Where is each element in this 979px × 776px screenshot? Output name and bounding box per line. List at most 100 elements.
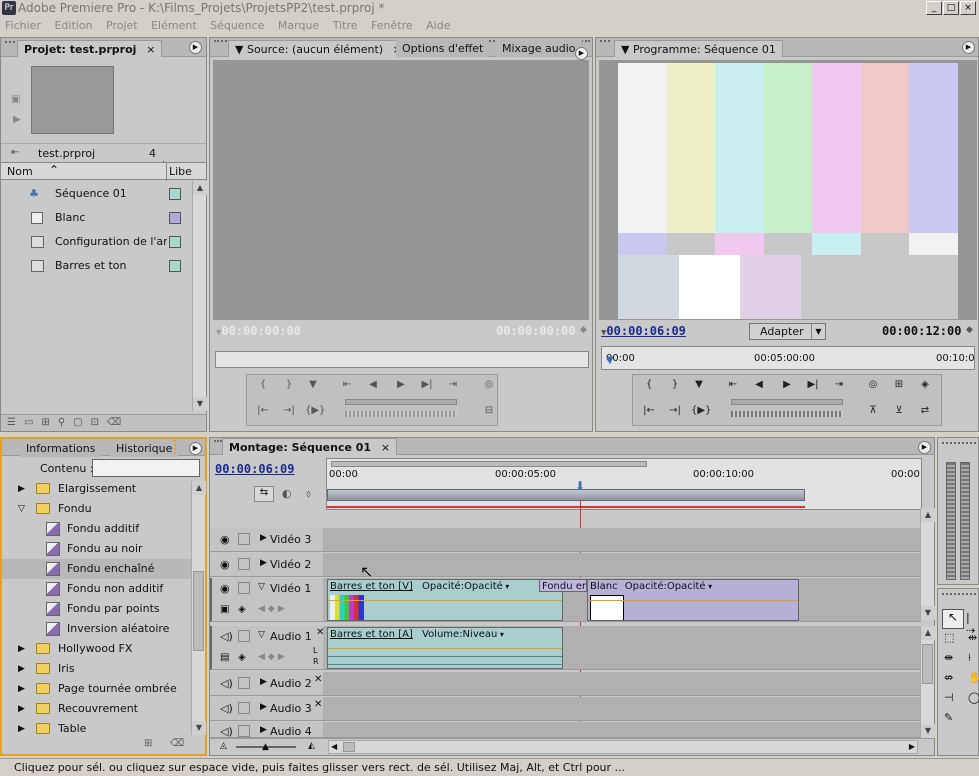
scroll-up-icon[interactable]: ▲ [921, 508, 935, 522]
tab-effets[interactable] [174, 440, 186, 454]
label-swatch[interactable] [169, 236, 181, 248]
delete-icon[interactable]: ⌫ [170, 738, 184, 749]
play-thumbnail-icon[interactable]: ▶ [13, 114, 21, 125]
horizontal-scrollbar[interactable]: ◀ ▶ [328, 740, 918, 754]
expand-track-icon[interactable]: ▶ [260, 725, 267, 735]
speaker-icon[interactable]: ◁) [220, 630, 233, 643]
scroll-thumb[interactable] [343, 742, 355, 752]
effects-folder[interactable]: ▶ Iris [2, 659, 191, 679]
zoom-thumb-icon[interactable]: ▲ [262, 742, 269, 752]
marker-icon[interactable]: ▼ [305, 379, 321, 393]
project-item[interactable]: Blanc [1, 208, 191, 228]
loop-icon[interactable]: ◎ [481, 379, 497, 393]
loop-icon[interactable]: ◎ [865, 379, 881, 393]
scroll-down-icon[interactable]: ▼ [193, 397, 207, 411]
play-icon[interactable]: ▶ [393, 379, 409, 393]
menu-fichier[interactable]: Fichier [0, 17, 46, 34]
shuttle-slider[interactable] [731, 399, 843, 405]
expand-track-icon[interactable]: ▶ [260, 702, 267, 712]
pen-tool-icon[interactable]: ⊣ [944, 691, 954, 704]
expand-folder-icon[interactable]: ▶ [18, 479, 25, 499]
effects-folder[interactable]: ▶ Elargissement [2, 479, 191, 499]
go-to-out-icon[interactable]: ⇥ [831, 379, 847, 393]
fit-dropdown[interactable]: Adapter ▼ [749, 323, 826, 340]
lift-icon[interactable]: ⊼ [865, 405, 881, 419]
effect-item[interactable]: Fondu non additif [2, 579, 191, 599]
marker-icon[interactable]: ▼ [691, 379, 707, 393]
eye-icon[interactable]: ◉ [220, 558, 230, 571]
speaker-icon[interactable]: ◁) [220, 725, 233, 737]
rolling-edit-tool-icon[interactable]: ⇹ [968, 631, 977, 644]
icon-view-icon[interactable]: ▭ [24, 417, 41, 428]
zoom-tool-icon[interactable]: ◯ [968, 691, 979, 704]
set-marker-icon[interactable]: ◐ [282, 487, 292, 500]
minimize-button[interactable]: _ [926, 1, 942, 15]
track-lane-audio3[interactable] [323, 697, 921, 721]
scroll-thumb[interactable] [193, 571, 204, 651]
step-back-icon[interactable]: ◀ [365, 379, 381, 393]
menu-titre[interactable]: Titre [328, 17, 363, 34]
go-prev-marker-icon[interactable]: |← [641, 405, 657, 419]
column-name[interactable]: Nom [7, 165, 33, 178]
mark-out-icon[interactable]: } [281, 379, 297, 393]
scroll-right-icon[interactable]: ▶ [909, 742, 915, 751]
timecode-toggle-icon[interactable]: ◆ [580, 325, 587, 335]
slip-tool-icon[interactable]: ⇎ [944, 671, 953, 684]
menu-aide[interactable]: Aide [421, 17, 455, 34]
tab-project[interactable]: Projet: test.prproj × [17, 40, 163, 57]
step-forward-icon[interactable]: ▶| [419, 379, 435, 393]
lock-toggle[interactable] [238, 582, 250, 594]
menu-sequence[interactable]: Séquence [205, 17, 269, 34]
play-in-out-icon[interactable]: {▶} [691, 405, 711, 419]
zoom-bar[interactable] [331, 461, 647, 467]
play-icon[interactable]: ▶ [779, 379, 795, 393]
work-area-bar[interactable] [327, 489, 805, 501]
keyframe-icon[interactable]: ◈ [238, 604, 246, 615]
tab-historique[interactable]: Historique [110, 440, 179, 457]
shuttle-slider[interactable] [345, 399, 457, 405]
effect-item[interactable]: Fondu au noir [2, 539, 191, 559]
tab-informations[interactable]: Informations [20, 440, 102, 457]
list-view-icon[interactable]: ☰ [7, 417, 24, 428]
menu-projet[interactable]: Projet [101, 17, 143, 34]
menu-element[interactable]: Elément [146, 17, 202, 34]
clip-barres-audio[interactable]: Barres et ton [A] Volume:Niveau ▾ [327, 627, 563, 669]
collapse-track-icon[interactable]: ▽ [258, 630, 265, 640]
track-lane-video3[interactable] [323, 528, 921, 552]
effect-item[interactable]: Inversion aléatoire [2, 619, 191, 639]
display-style-icon[interactable]: ▤ [220, 652, 229, 663]
panel-menu-button[interactable]: ▶ [189, 442, 202, 455]
delete-icon[interactable]: ⌫ [107, 417, 129, 428]
clip-blanc[interactable]: Blanc Opacité:Opacité ▾ [587, 579, 799, 621]
marker-icon[interactable]: ⬨ [306, 487, 311, 501]
new-item-icon[interactable]: ⊡ [91, 417, 107, 428]
label-swatch[interactable] [169, 212, 181, 224]
expand-track-icon[interactable]: ▶ [260, 558, 267, 568]
track-lane-audio2[interactable] [323, 672, 921, 696]
timecode-toggle-icon[interactable]: ◆ [966, 325, 973, 335]
label-swatch[interactable] [169, 260, 181, 272]
scroll-down-icon[interactable]: ▼ [921, 606, 935, 620]
column-label[interactable]: Libe [169, 165, 192, 178]
expand-folder-icon[interactable]: ▶ [18, 639, 25, 659]
mark-in-icon[interactable]: { [641, 379, 657, 393]
mark-in-icon[interactable]: { [255, 379, 271, 393]
go-to-in-icon[interactable]: ⇤ [339, 379, 355, 393]
effect-item[interactable]: Fondu par points [2, 599, 191, 619]
maximize-button[interactable]: □ [943, 1, 959, 15]
step-forward-icon[interactable]: ▶| [805, 379, 821, 393]
panel-menu-button[interactable]: ▶ [189, 41, 202, 54]
go-to-out-icon[interactable]: ⇥ [445, 379, 461, 393]
lock-toggle[interactable] [238, 630, 250, 642]
tab-source[interactable]: ▼ Source: (aucun élément) × [228, 40, 409, 57]
audio-tracks-scrollbar[interactable]: ▲ ▼ [920, 626, 935, 738]
project-scrollbar[interactable]: ▲ ▼ [192, 181, 207, 411]
output-icon[interactable]: ◈ [917, 379, 933, 393]
close-tab-icon[interactable]: × [146, 43, 155, 56]
tab-audio-mixer[interactable]: Mixage audio [496, 40, 582, 57]
scroll-up-icon[interactable]: ▲ [193, 181, 207, 195]
scroll-up-icon[interactable]: ▲ [921, 626, 935, 640]
expand-folder-icon[interactable]: ▶ [18, 719, 25, 734]
transition-fondu[interactable]: Fondu en [539, 579, 587, 592]
timeline-ruler[interactable]: 00:00 00:00:05:00 00:00:10:00 00:00 ⬇ [326, 458, 922, 510]
